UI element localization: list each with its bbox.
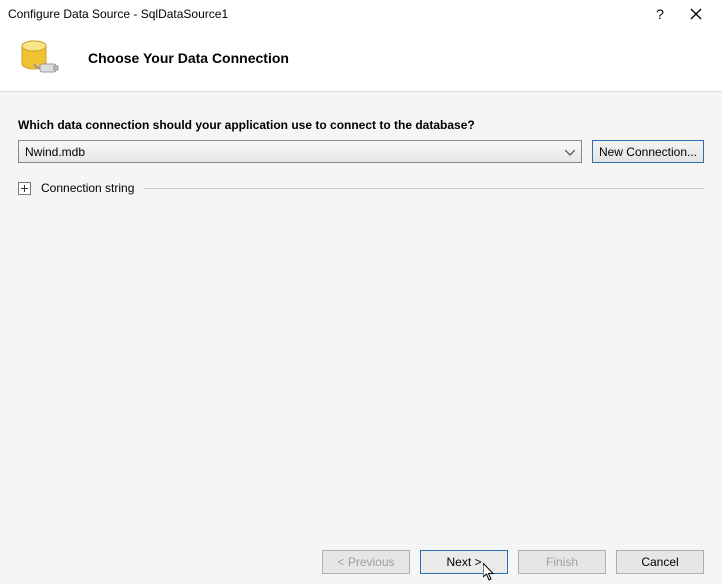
database-icon — [18, 36, 62, 80]
expand-connection-string-button[interactable] — [18, 182, 31, 195]
plus-icon — [20, 184, 29, 193]
wizard-body: Which data connection should your applic… — [0, 92, 722, 540]
new-connection-label: New Connection... — [599, 145, 697, 159]
connection-string-label: Connection string — [41, 181, 134, 195]
cancel-label: Cancel — [641, 555, 678, 569]
wizard-heading: Choose Your Data Connection — [88, 50, 289, 66]
wizard-footer: < Previous Next > Finish Cancel — [0, 540, 722, 584]
connection-select[interactable]: Nwind.mdb — [18, 140, 582, 163]
connection-string-row: Connection string — [18, 181, 704, 195]
previous-button: < Previous — [322, 550, 410, 574]
new-connection-button[interactable]: New Connection... — [592, 140, 704, 163]
connection-question: Which data connection should your applic… — [18, 118, 704, 132]
finish-label: Finish — [546, 555, 578, 569]
next-label: Next > — [446, 555, 481, 569]
close-button[interactable] — [678, 2, 714, 26]
wizard-header: Choose Your Data Connection — [0, 28, 722, 92]
connection-select-value: Nwind.mdb — [25, 145, 85, 159]
connection-row: Nwind.mdb New Connection... — [18, 140, 704, 163]
divider — [144, 188, 704, 189]
help-button[interactable]: ? — [642, 2, 678, 26]
chevron-down-icon — [565, 145, 575, 159]
next-button[interactable]: Next > — [420, 550, 508, 574]
titlebar: Configure Data Source - SqlDataSource1 ? — [0, 0, 722, 28]
cancel-button[interactable]: Cancel — [616, 550, 704, 574]
window-title: Configure Data Source - SqlDataSource1 — [8, 7, 642, 21]
finish-button: Finish — [518, 550, 606, 574]
close-icon — [690, 8, 702, 20]
cursor-icon — [483, 563, 497, 581]
previous-label: < Previous — [337, 555, 394, 569]
